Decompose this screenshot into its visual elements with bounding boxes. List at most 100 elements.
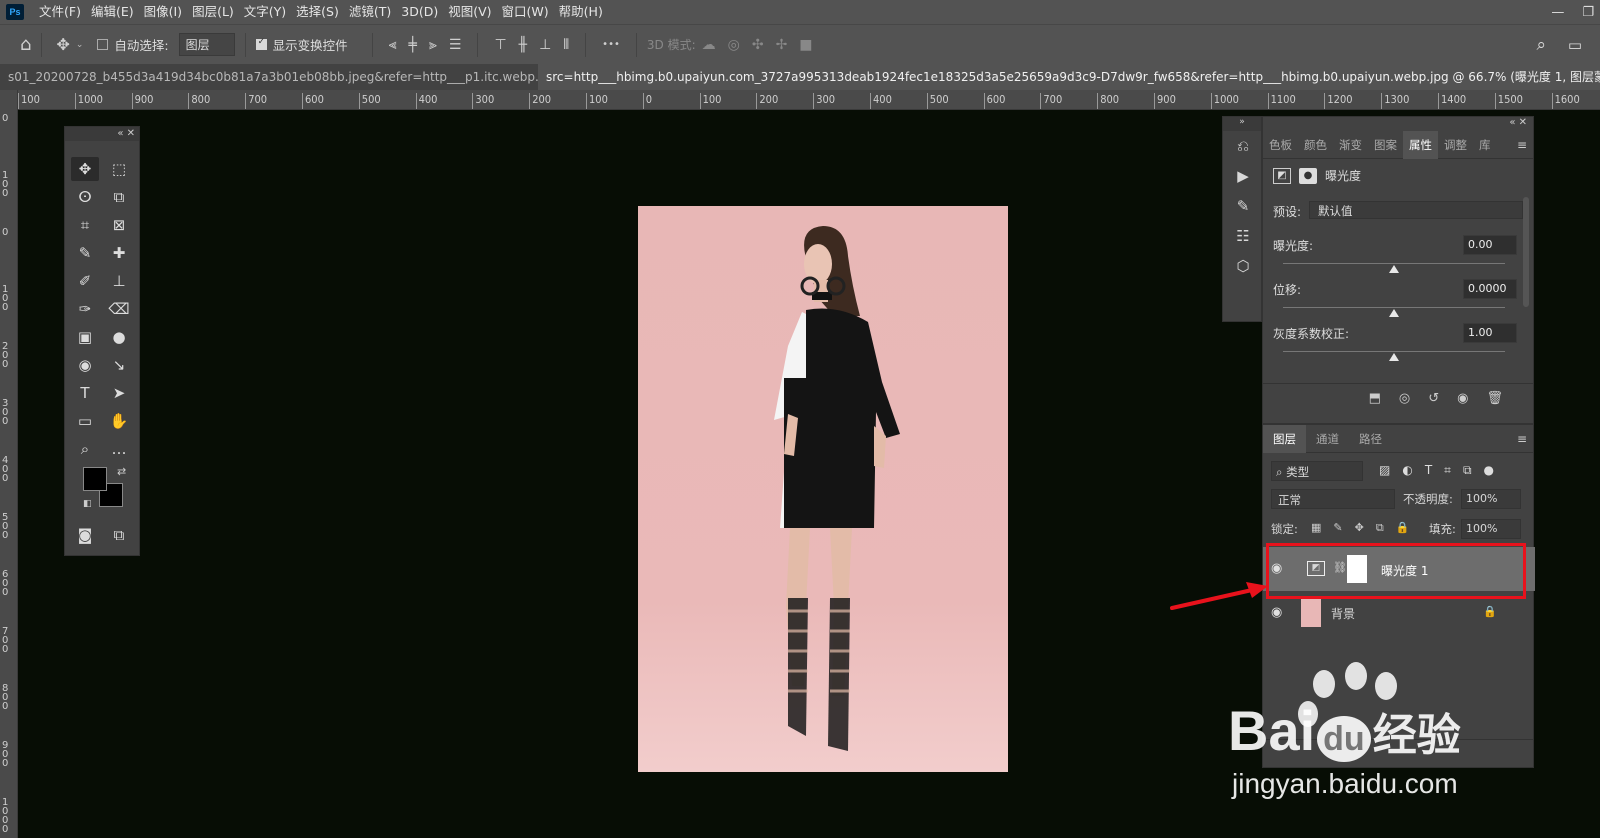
align-bottom-icon[interactable]: ⊥ (539, 37, 551, 53)
crop-tool-icon[interactable]: ⌗ (71, 213, 99, 237)
layer-filter-dropdown[interactable]: ⌕ 类型 (1271, 461, 1363, 481)
align-top-icon[interactable]: ⊤ (494, 37, 506, 53)
brush-tool-icon[interactable]: ✐ (71, 269, 99, 293)
auto-select-dropdown[interactable]: 图层 (178, 33, 235, 56)
default-colors-icon[interactable]: ◧ (83, 499, 92, 509)
offset-input[interactable]: 0.0000 (1463, 279, 1517, 299)
dodge-tool-icon[interactable]: ◉ (71, 353, 99, 377)
menu-image[interactable]: 图像(I) (139, 0, 187, 24)
3d-cube-icon[interactable]: ⬡ (1223, 251, 1263, 281)
more-tools-icon[interactable]: … (105, 437, 133, 461)
path-select-tool-icon[interactable]: ➤ (105, 381, 133, 405)
filter-type-icon[interactable]: T (1425, 463, 1432, 478)
actions-play-icon[interactable]: ▶ (1223, 161, 1263, 191)
filter-pixel-icon[interactable]: ▨ (1379, 463, 1390, 478)
tab-document-2[interactable]: src=http___hbimg.b0.upaiyun.com_3727a995… (538, 64, 1600, 90)
tab-document-1[interactable]: s01_20200728_b455d3a419d34bc0b81a7a3b01e… (0, 64, 538, 90)
mask-icon[interactable]: ● (1299, 167, 1317, 184)
healing-tool-icon[interactable]: ✚ (105, 241, 133, 265)
brush-settings-icon[interactable]: ✎ (1223, 191, 1263, 221)
more-options-icon[interactable]: ••• (602, 39, 620, 50)
tab-gradient[interactable]: 渐变 (1333, 137, 1368, 153)
menu-edit[interactable]: 编辑(E) (86, 0, 139, 24)
menu-type[interactable]: 文字(Y) (239, 0, 291, 24)
workspace-icon[interactable]: ▭ (1568, 36, 1582, 54)
distribute-icon[interactable]: ☰ (449, 37, 462, 53)
3d-orbit-icon[interactable]: ☁ (702, 37, 716, 53)
lasso-tool-icon[interactable]: ⵙ (71, 185, 99, 209)
layers-menu-icon[interactable]: ≡ (1517, 432, 1527, 446)
filter-smart-icon[interactable]: ⧉ (1463, 463, 1472, 478)
offset-slider-knob[interactable] (1389, 309, 1399, 317)
move-tool-icon[interactable]: ✥ (71, 157, 99, 181)
tab-libraries[interactable]: 库 (1473, 137, 1497, 153)
expand-icon[interactable]: » (1223, 117, 1261, 131)
type-tool-icon[interactable]: T (71, 381, 99, 405)
tab-adjustments[interactable]: 调整 (1438, 137, 1473, 153)
marquee-tool-icon[interactable]: ⬚ (105, 157, 133, 181)
tab-properties[interactable]: 属性 (1403, 130, 1438, 159)
align-middle-icon[interactable]: ╫ (519, 37, 527, 53)
layer-thumbnail[interactable] (1301, 599, 1321, 627)
hand-tool-icon[interactable]: ✋ (105, 409, 133, 433)
document-canvas[interactable] (638, 206, 1008, 772)
lock-position-icon[interactable]: ✥ (1355, 521, 1364, 535)
restore-icon[interactable]: ❐ (1582, 5, 1594, 20)
history-icon[interactable]: ⎌ (1223, 131, 1263, 161)
fill-input[interactable]: 100% (1461, 519, 1521, 539)
panel-close-icon[interactable]: « ✕ (1509, 117, 1527, 128)
reset-icon[interactable]: ↺ (1428, 391, 1439, 406)
lock-artboard-icon[interactable]: ⧉ (1376, 521, 1384, 535)
menu-layer[interactable]: 图层(L) (187, 0, 239, 24)
object-select-tool-icon[interactable]: ⧉ (105, 185, 133, 209)
3d-camera-icon[interactable]: ■ (799, 37, 812, 53)
properties-scrollbar[interactable] (1523, 197, 1529, 307)
3d-pan-icon[interactable]: ✣ (752, 37, 764, 53)
minimize-icon[interactable]: — (1551, 5, 1564, 20)
quick-mask-icon[interactable]: ◙ (71, 523, 99, 547)
menu-filter[interactable]: 滤镜(T) (344, 0, 396, 24)
lock-pixels-icon[interactable]: ✎ (1333, 521, 1342, 535)
menu-select[interactable]: 选择(S) (291, 0, 344, 24)
align-left-icon[interactable]: ⫷ (389, 37, 397, 53)
chevron-down-icon[interactable]: ⌄ (76, 40, 84, 50)
menu-3d[interactable]: 3D(D) (396, 0, 443, 24)
distribute-vertical-icon[interactable]: ⫴ (563, 37, 569, 53)
history-brush-tool-icon[interactable]: ✑ (71, 297, 99, 321)
visibility-eye-icon[interactable]: ◉ (1457, 391, 1468, 406)
tab-swatches[interactable]: 色板 (1263, 137, 1298, 153)
tab-color[interactable]: 颜色 (1298, 137, 1333, 153)
stamp-tool-icon[interactable]: ⊥ (105, 269, 133, 293)
filter-adjustment-icon[interactable]: ◐ (1402, 463, 1412, 478)
tab-paths[interactable]: 路径 (1349, 431, 1392, 447)
panel-menu-icon[interactable]: ≡ (1517, 138, 1527, 152)
offset-slider-track[interactable] (1283, 307, 1505, 317)
adjust-sliders-icon[interactable]: ☷ (1223, 221, 1263, 251)
home-icon[interactable]: ⌂ (20, 34, 31, 55)
collapse-icon[interactable]: « ✕ (65, 127, 139, 141)
opacity-input[interactable]: 100% (1461, 489, 1521, 509)
zoom-tool-icon[interactable]: ⌕ (71, 437, 99, 461)
gamma-slider-knob[interactable] (1389, 353, 1399, 361)
menu-window[interactable]: 窗口(W) (497, 0, 554, 24)
eraser-tool-icon[interactable]: ⌫ (105, 297, 133, 321)
tab-layers[interactable]: 图层 (1263, 424, 1306, 453)
blur-tool-icon[interactable]: ● (105, 325, 133, 349)
preset-dropdown[interactable]: 默认值 (1309, 201, 1523, 219)
frame-tool-icon[interactable]: ⊠ (105, 213, 133, 237)
screen-mode-icon[interactable]: ⧉ (105, 523, 133, 547)
foreground-color-swatch[interactable] (83, 467, 107, 491)
gamma-slider-track[interactable] (1283, 351, 1505, 361)
3d-slide-icon[interactable]: ✢ (776, 37, 788, 53)
align-center-icon[interactable]: ╪ (409, 37, 417, 53)
lock-all-icon[interactable]: 🔒 (1396, 521, 1410, 535)
auto-select-checkbox[interactable] (97, 39, 109, 50)
exposure-input[interactable]: 0.00 (1463, 235, 1517, 255)
tab-pattern[interactable]: 图案 (1368, 137, 1403, 153)
menu-file[interactable]: 文件(F) (34, 0, 86, 24)
pen-tool-icon[interactable]: ↘ (105, 353, 133, 377)
blend-mode-dropdown[interactable]: 正常 (1271, 489, 1395, 509)
show-transform-checkbox[interactable] (255, 37, 267, 50)
lock-transparent-icon[interactable]: ▦ (1311, 521, 1321, 535)
eye-icon[interactable]: ◉ (1271, 605, 1282, 620)
